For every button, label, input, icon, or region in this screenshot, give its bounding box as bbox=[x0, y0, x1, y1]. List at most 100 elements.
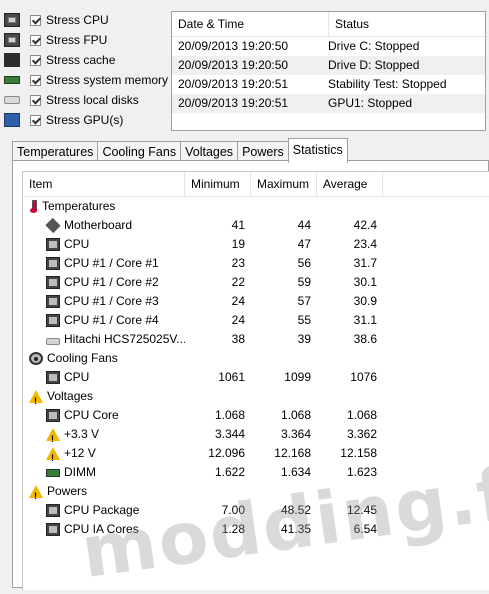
stress-cpu-checkbox[interactable] bbox=[30, 14, 41, 26]
table-row[interactable]: CPU 1061 1099 1076 bbox=[23, 368, 489, 387]
group-row[interactable]: Cooling Fans bbox=[23, 349, 489, 368]
tab-cooling-fans[interactable]: Cooling Fans bbox=[97, 141, 182, 162]
cell-minimum bbox=[185, 349, 251, 368]
cell-average: 1.068 bbox=[346, 408, 377, 422]
cell-average bbox=[317, 197, 383, 216]
option-stress-cpu[interactable]: Stress CPU bbox=[4, 10, 169, 30]
group-row[interactable]: Temperatures bbox=[23, 197, 489, 216]
cell-minimum: 23 bbox=[231, 256, 245, 270]
fpu-icon bbox=[4, 33, 20, 47]
chip-icon bbox=[46, 238, 60, 251]
table-row[interactable]: CPU Package 7.00 48.52 12.45 bbox=[23, 501, 489, 520]
log-row[interactable]: 20/09/2013 19:20:50 Drive C: Stopped bbox=[172, 37, 485, 56]
item-label: +12 V bbox=[64, 446, 96, 460]
stress-options: Stress CPU Stress FPU Stress cache Stres… bbox=[4, 10, 169, 130]
table-row[interactable]: CPU IA Cores 1.28 41.35 6.54 bbox=[23, 520, 489, 539]
cell-average: 1076 bbox=[350, 370, 377, 384]
cell-average: 3.362 bbox=[346, 427, 377, 441]
disk-icon bbox=[46, 338, 60, 345]
stress-memory-label: Stress system memory bbox=[46, 73, 169, 87]
cell-minimum bbox=[185, 387, 251, 406]
cell-minimum: 22 bbox=[231, 275, 245, 289]
tab-temperatures[interactable]: Temperatures bbox=[12, 141, 99, 162]
stress-fpu-label: Stress FPU bbox=[46, 33, 108, 47]
option-stress-cache[interactable]: Stress cache bbox=[4, 50, 169, 70]
cell-maximum: 1099 bbox=[284, 370, 311, 384]
cell-average bbox=[317, 349, 383, 368]
cell-minimum: 12.096 bbox=[208, 446, 245, 460]
tab-powers[interactable]: Powers bbox=[237, 141, 289, 162]
header-maximum[interactable]: Maximum bbox=[251, 172, 317, 196]
log-row[interactable]: 20/09/2013 19:20:51 Stability Test: Stop… bbox=[172, 75, 485, 94]
header-average[interactable]: Average bbox=[317, 172, 383, 196]
statistics-rows: Temperatures Motherboard 41 44 42.4 CPU 19 47 23… bbox=[23, 197, 489, 539]
stress-gpu-checkbox[interactable] bbox=[30, 114, 41, 126]
item-label: CPU #1 / Core #4 bbox=[64, 313, 159, 327]
tab-statistics[interactable]: Statistics bbox=[287, 138, 348, 163]
group-row[interactable]: Powers bbox=[23, 482, 489, 501]
option-stress-fpu[interactable]: Stress FPU bbox=[4, 30, 169, 50]
cell-maximum: 3.364 bbox=[280, 427, 311, 441]
header-item[interactable]: Item bbox=[23, 172, 185, 196]
table-row[interactable]: CPU Core 1.068 1.068 1.068 bbox=[23, 406, 489, 425]
log-row[interactable]: 20/09/2013 19:20:50 Drive D: Stopped bbox=[172, 56, 485, 75]
stress-fpu-checkbox[interactable] bbox=[30, 34, 41, 46]
item-label: CPU Core bbox=[64, 408, 119, 422]
cell-maximum bbox=[251, 387, 317, 406]
warning-icon bbox=[29, 485, 43, 501]
cell-minimum: 19 bbox=[231, 237, 245, 251]
memory-icon bbox=[4, 76, 20, 84]
cell-item: Temperatures bbox=[23, 197, 185, 216]
tab-voltages[interactable]: Voltages bbox=[180, 141, 239, 162]
item-label: Motherboard bbox=[64, 218, 133, 232]
cell-maximum: 44 bbox=[297, 218, 311, 232]
group-row[interactable]: Voltages bbox=[23, 387, 489, 406]
cell-item: +3.3 V bbox=[23, 425, 185, 444]
cell-item: CPU bbox=[23, 235, 185, 254]
status-log[interactable]: Date & Time Status 20/09/2013 19:20:50 D… bbox=[171, 11, 486, 131]
table-row[interactable]: CPU #1 / Core #1 23 56 31.7 bbox=[23, 254, 489, 273]
option-stress-memory[interactable]: Stress system memory bbox=[4, 70, 169, 90]
item-label: Cooling Fans bbox=[47, 351, 118, 365]
log-row[interactable]: 20/09/2013 19:20:51 GPU1: Stopped bbox=[172, 94, 485, 113]
stress-cache-checkbox[interactable] bbox=[30, 54, 41, 66]
option-stress-disks[interactable]: Stress local disks bbox=[4, 90, 169, 110]
table-row[interactable]: CPU #1 / Core #2 22 59 30.1 bbox=[23, 273, 489, 292]
cell-maximum: 1.634 bbox=[280, 465, 311, 479]
log-header-datetime[interactable]: Date & Time bbox=[172, 12, 329, 36]
option-stress-gpu[interactable]: Stress GPU(s) bbox=[4, 110, 169, 130]
log-header-status[interactable]: Status bbox=[329, 17, 369, 31]
cell-item: CPU Package bbox=[23, 501, 185, 520]
tab-bar: Temperatures Cooling Fans Voltages Power… bbox=[12, 138, 348, 163]
table-row[interactable]: Motherboard 41 44 42.4 bbox=[23, 216, 489, 235]
cell-average: 23.4 bbox=[353, 237, 377, 251]
cell-minimum: 3.344 bbox=[214, 427, 245, 441]
stress-memory-checkbox[interactable] bbox=[30, 74, 41, 86]
stress-disks-checkbox[interactable] bbox=[30, 94, 41, 106]
cell-average: 42.4 bbox=[353, 218, 377, 232]
cell-maximum: 56 bbox=[297, 256, 311, 270]
cell-item: CPU #1 / Core #4 bbox=[23, 311, 185, 330]
cell-minimum: 7.00 bbox=[221, 503, 245, 517]
cell-item: Motherboard bbox=[23, 216, 185, 235]
stress-gpu-label: Stress GPU(s) bbox=[46, 113, 124, 127]
statistics-table[interactable]: Item Minimum Maximum Average Temperature… bbox=[22, 171, 489, 590]
table-row[interactable]: CPU #1 / Core #4 24 55 31.1 bbox=[23, 311, 489, 330]
header-minimum[interactable]: Minimum bbox=[185, 172, 251, 196]
table-row[interactable]: +3.3 V 3.344 3.364 3.362 bbox=[23, 425, 489, 444]
gpu-icon bbox=[4, 113, 20, 127]
log-status: GPU1: Stopped bbox=[328, 96, 413, 110]
table-row[interactable]: DIMM 1.622 1.634 1.623 bbox=[23, 463, 489, 482]
table-row[interactable]: Hitachi HCS725025V... 38 39 38.6 bbox=[23, 330, 489, 349]
warning-icon bbox=[29, 390, 43, 406]
cpu-icon bbox=[4, 13, 20, 27]
cell-minimum: 41 bbox=[231, 218, 245, 232]
cell-maximum: 41.35 bbox=[280, 522, 311, 536]
table-row[interactable]: CPU 19 47 23.4 bbox=[23, 235, 489, 254]
cell-maximum: 55 bbox=[297, 313, 311, 327]
table-row[interactable]: +12 V 12.096 12.168 12.158 bbox=[23, 444, 489, 463]
cell-item: CPU IA Cores bbox=[23, 520, 185, 539]
fan-icon bbox=[29, 352, 43, 365]
cell-average: 31.7 bbox=[353, 256, 377, 270]
table-row[interactable]: CPU #1 / Core #3 24 57 30.9 bbox=[23, 292, 489, 311]
